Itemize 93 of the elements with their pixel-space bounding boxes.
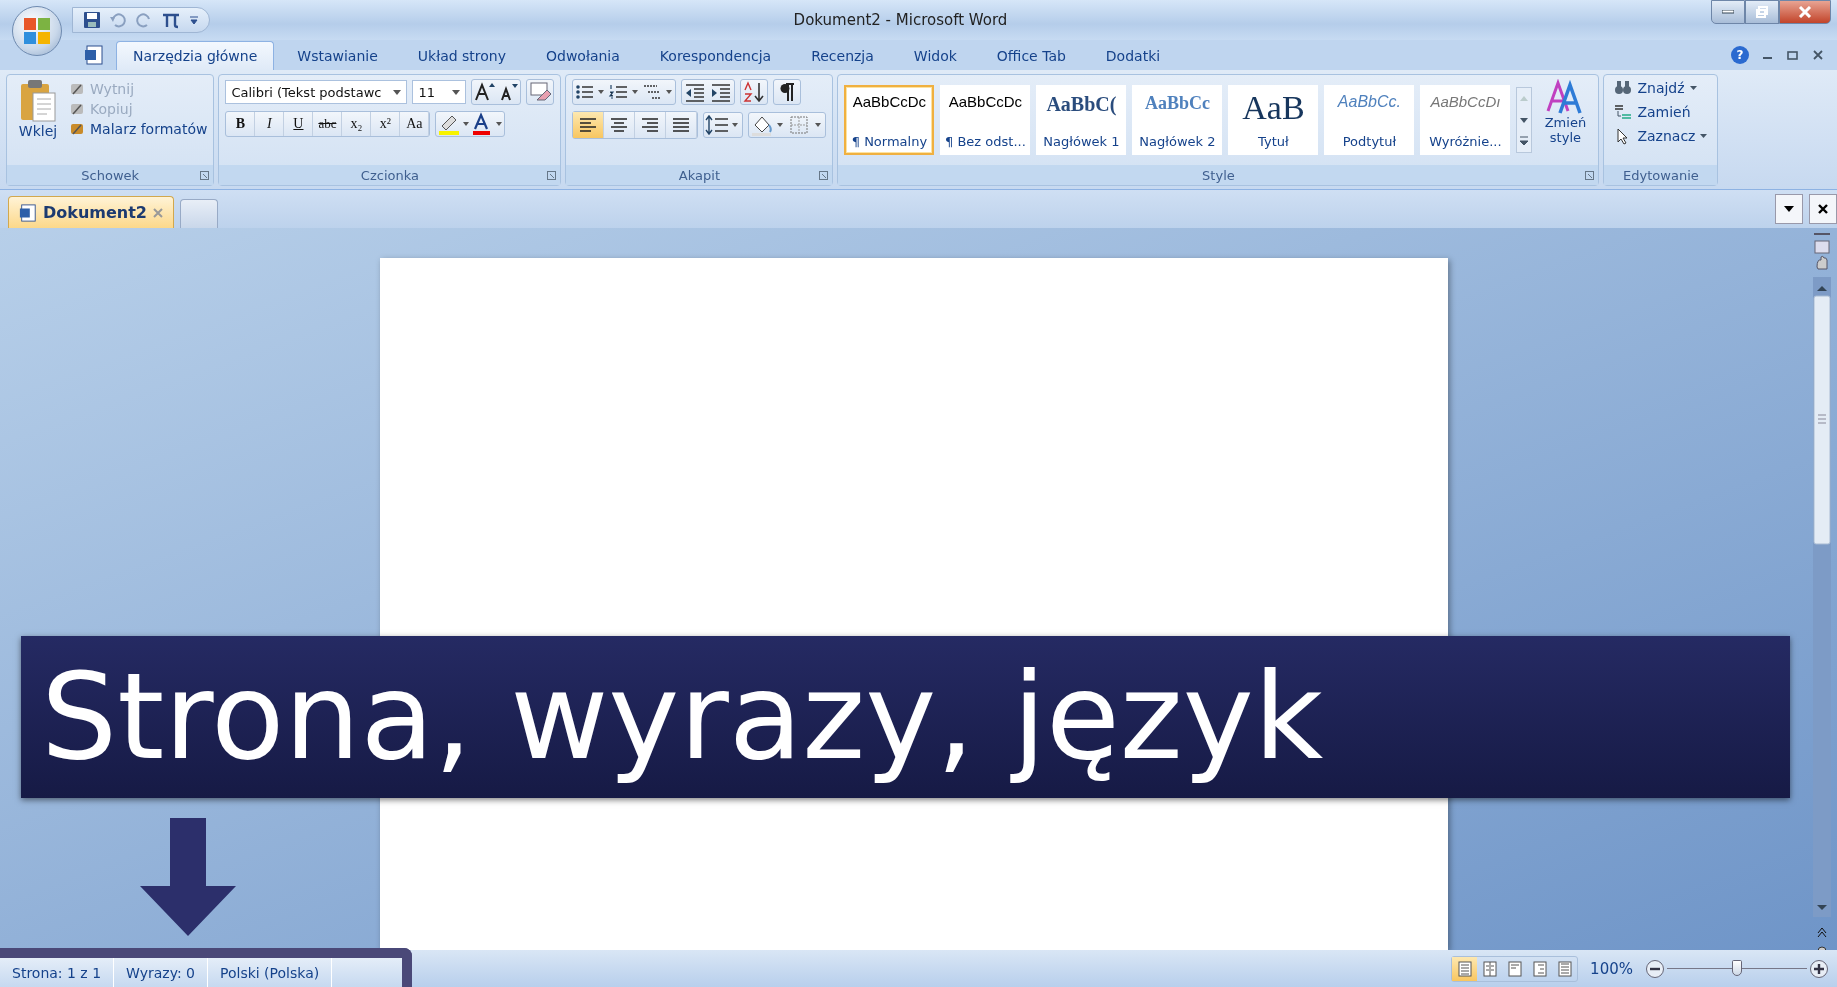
document-icon <box>19 203 37 222</box>
ribbon-tab[interactable]: Układ strony <box>400 41 523 70</box>
banner-title: Strona, wyrazy, język <box>41 646 1324 788</box>
customize-caret-icon[interactable] <box>189 14 199 26</box>
restore-icon[interactable] <box>1787 50 1799 60</box>
restore-icon <box>1756 6 1768 18</box>
paste-button[interactable]: Wklej <box>13 79 63 161</box>
editing-item[interactable]: Zamień <box>1614 103 1708 121</box>
style-item[interactable]: AaBbCcDc ¶ Bez odst... <box>940 85 1031 155</box>
page-view-icon <box>1556 960 1573 977</box>
clear-formatting-icon[interactable] <box>526 79 555 105</box>
style-item[interactable]: AaBbCcDı Wyróżnie... <box>1420 85 1511 155</box>
caret-icon <box>1700 134 1708 138</box>
zoom-out-icon[interactable] <box>1645 958 1665 979</box>
restore-button[interactable] <box>1745 0 1779 24</box>
save-icon[interactable] <box>83 11 101 29</box>
ribbon-tab[interactable]: Widok <box>896 41 974 70</box>
font-color-icon[interactable] <box>470 112 505 136</box>
zoom-slider-thumb[interactable] <box>1732 959 1742 976</box>
alignment-button[interactable] <box>573 112 605 138</box>
alignment-icon <box>672 117 691 133</box>
close-icon <box>1798 6 1812 18</box>
style-item[interactable]: AaBbCcDc ¶ Normalny <box>844 85 935 155</box>
style-item[interactable]: AaBbC( Nagłówek 1 <box>1036 85 1127 155</box>
ribbon-tab[interactable]: Korespondencja <box>642 41 789 70</box>
page-view-icon <box>1506 960 1523 977</box>
status-item[interactable]: Polski (Polska) <box>208 958 333 987</box>
status-item[interactable]: Wyrazy: 0 <box>114 958 208 987</box>
pilcrow-icon[interactable] <box>773 79 802 105</box>
line-spacing-icon[interactable] <box>703 112 744 138</box>
tab-list-button[interactable] <box>1775 194 1803 224</box>
clipboard-item-icon <box>69 121 85 137</box>
font-name-field[interactable]: Calibri (Tekst podstawc <box>225 80 408 104</box>
help-button[interactable]: ? <box>1731 46 1749 64</box>
office-button[interactable] <box>12 6 62 56</box>
window-title: Dokument2 - Microsoft Word <box>792 11 1009 29</box>
page-view-icon <box>1531 960 1548 977</box>
down-arrow-icon <box>140 818 236 936</box>
style-item[interactable]: AaB Tytuł <box>1228 85 1319 155</box>
style-item[interactable]: AaBbCc. Podtytuł <box>1324 85 1415 155</box>
group-label: Style <box>1202 167 1235 183</box>
font-size-field[interactable]: 11 <box>412 80 467 104</box>
sort-icon[interactable] <box>740 79 769 105</box>
editing-item[interactable]: Zaznacz <box>1614 127 1708 145</box>
ribbon-tab[interactable]: Narzędzia główne <box>116 41 275 70</box>
alignment-icon <box>610 117 629 133</box>
clipboard-item[interactable]: Malarz formatów <box>69 121 208 137</box>
replace-icon <box>1614 103 1633 121</box>
caret-icon <box>1689 86 1697 90</box>
page-view-icon <box>1481 960 1498 977</box>
format-button[interactable]: x² <box>371 112 401 136</box>
format-button[interactable]: U <box>284 112 314 136</box>
minimize-icon <box>1722 10 1734 14</box>
clipboard-item-icon <box>69 101 85 117</box>
group-label: Schowek <box>81 167 140 183</box>
close-icon[interactable] <box>1813 50 1823 60</box>
zoom-level[interactable]: 100% <box>1590 959 1633 978</box>
group-label: Edytowanie <box>1623 167 1699 183</box>
close-tab-button[interactable] <box>1809 194 1837 224</box>
caret-icon <box>393 89 402 95</box>
caret-icon <box>452 89 461 95</box>
ribbon-tab[interactable]: Recenzja <box>794 41 891 70</box>
format-button[interactable]: x₂ <box>342 112 372 136</box>
ribbon-tab[interactable]: Office Tab <box>979 41 1083 70</box>
alignment-icon <box>641 117 660 133</box>
document-icon[interactable] <box>84 45 104 65</box>
group-label: Akapit <box>678 167 720 183</box>
document-tab[interactable]: Dokument2 <box>8 196 174 228</box>
minimize-button[interactable] <box>1711 0 1745 24</box>
editing-item[interactable]: Znajdź <box>1614 79 1708 97</box>
format-button[interactable]: I <box>255 112 285 136</box>
clipboard-item-icon <box>69 81 85 97</box>
ribbon-tab[interactable]: Wstawianie <box>280 41 395 70</box>
style-item[interactable]: AaBbCc Nagłówek 2 <box>1132 85 1223 155</box>
office-logo-icon <box>22 16 52 46</box>
clipboard-icon <box>19 79 57 123</box>
ribbon-tab[interactable]: Dodatki <box>1088 41 1178 70</box>
view-button[interactable] <box>1452 956 1478 981</box>
page-view-icon <box>1456 960 1473 977</box>
caret-icon <box>1784 206 1794 212</box>
format-button[interactable]: abc <box>313 112 343 136</box>
zoom-in-icon[interactable] <box>1809 958 1829 979</box>
change-styles-button[interactable]: Zmień style <box>1538 79 1593 161</box>
format-button[interactable]: Aa <box>400 112 430 136</box>
ribbon-tab[interactable]: Odwołania <box>529 41 637 70</box>
alignment-icon <box>579 117 598 133</box>
binoculars-icon <box>1614 79 1633 97</box>
format-button[interactable]: B <box>226 112 256 136</box>
close-icon <box>1818 204 1828 214</box>
status-item[interactable]: Strona: 1 z 1 <box>0 958 115 987</box>
pi-icon[interactable] <box>161 11 181 29</box>
group-label: Czcionka <box>360 167 419 183</box>
close-button[interactable] <box>1779 0 1831 24</box>
